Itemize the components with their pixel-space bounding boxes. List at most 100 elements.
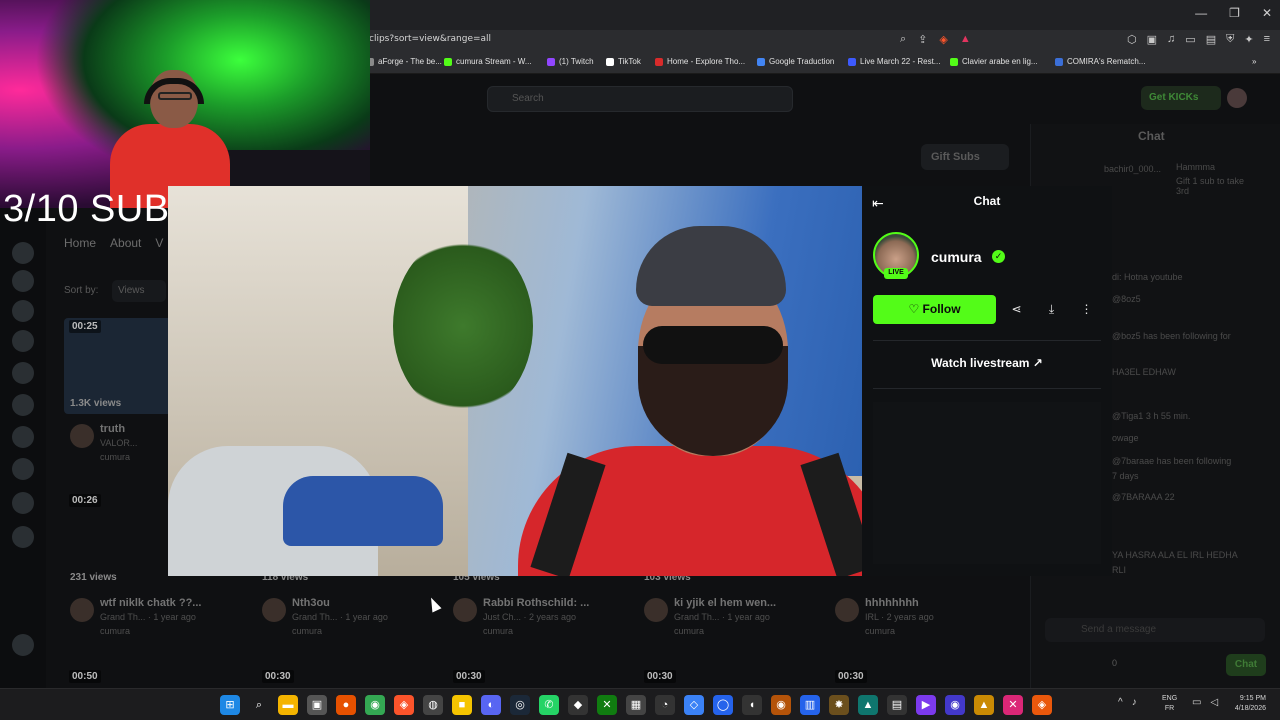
search-icon[interactable]: ⌕ — [249, 695, 269, 715]
tray-chevron-icon[interactable]: ^ — [1118, 697, 1123, 708]
app-icon[interactable]: ◖ — [742, 695, 762, 715]
rail-avatar[interactable] — [12, 394, 34, 416]
tab-videos[interactable]: V — [155, 236, 163, 250]
share-icon[interactable]: ⇪ — [918, 33, 927, 46]
close-button[interactable]: ✕ — [1262, 6, 1272, 20]
sort-select[interactable]: Views — [112, 280, 166, 302]
share-icon[interactable]: ⋖ — [1002, 295, 1031, 324]
input-language[interactable]: ENG FR — [1162, 694, 1177, 714]
app-icon[interactable]: ▥ — [800, 695, 820, 715]
gift-subs-button[interactable]: Gift Subs — [921, 144, 1009, 170]
whatsapp-icon[interactable]: ✆ — [539, 695, 559, 715]
rail-avatar[interactable] — [12, 300, 34, 322]
clip-title[interactable]: wtf niklk chatk ??... — [100, 597, 201, 609]
volume-icon[interactable]: ◁ — [1210, 697, 1218, 708]
watch-livestream-link[interactable]: Watch livestream ↗ — [873, 351, 1101, 375]
url-text[interactable]: clips?sort=view&range=all — [369, 34, 491, 44]
app-icon[interactable]: ▲ — [974, 695, 994, 715]
network-icon[interactable]: ▭ — [1192, 697, 1201, 708]
wallet-icon[interactable]: ▤ — [1206, 33, 1216, 46]
app-icon[interactable]: ▶ — [916, 695, 936, 715]
rail-avatar[interactable] — [12, 330, 34, 352]
collapse-panel-icon[interactable]: ⇤ — [872, 195, 884, 212]
chrome-icon[interactable]: ◉ — [365, 695, 385, 715]
rail-avatar[interactable] — [12, 492, 34, 514]
clip-avatar[interactable] — [644, 598, 668, 622]
clip-avatar[interactable] — [453, 598, 477, 622]
get-kicks-button[interactable]: Get KICKs — [1141, 86, 1221, 110]
taskbar-clock[interactable]: 9:15 PM 4/18/2026 — [1226, 694, 1266, 714]
bookmark-item[interactable]: Home - Explore Tho... — [655, 57, 745, 66]
chat-send-button[interactable]: Chat — [1226, 654, 1266, 676]
leo-icon[interactable]: ✦ — [1244, 33, 1253, 46]
tab-about[interactable]: About — [110, 236, 141, 250]
minimize-button[interactable]: — — [1195, 6, 1207, 20]
vpn-icon[interactable]: ⛨ — [1226, 33, 1234, 46]
windows-start-icon[interactable]: ⊞ — [220, 695, 240, 715]
steam-icon[interactable]: ◎ — [510, 695, 530, 715]
app-icon[interactable]: ◍ — [423, 695, 443, 715]
download-icon[interactable]: ⤓ — [1037, 295, 1066, 324]
bookmarks-overflow-icon[interactable]: » — [1252, 57, 1256, 66]
app-icon[interactable]: ■ — [452, 695, 472, 715]
rail-avatar[interactable] — [12, 634, 34, 656]
brave-icon[interactable]: ◈ — [394, 695, 414, 715]
clip-title[interactable]: ki yjik el hem wen... — [674, 597, 776, 609]
app-icon[interactable]: ▣ — [307, 695, 327, 715]
brave-rewards-icon[interactable]: ▲ — [960, 33, 971, 46]
app-icon[interactable]: ● — [336, 695, 356, 715]
xbox-icon[interactable]: ✕ — [597, 695, 617, 715]
app-icon[interactable]: ◉ — [771, 695, 791, 715]
sidebar-icon[interactable]: ▭ — [1185, 33, 1195, 46]
app-icon[interactable]: ✕ — [1003, 695, 1023, 715]
bookmark-item[interactable]: aForge - The be... — [366, 57, 442, 66]
bookmark-item[interactable]: (1) Twitch — [547, 57, 594, 66]
rail-avatar[interactable] — [12, 426, 34, 448]
rail-avatar[interactable] — [12, 526, 34, 548]
menu-icon[interactable]: ≡ — [1264, 33, 1270, 46]
rail-avatar[interactable] — [12, 270, 34, 292]
clip-title[interactable]: Nth3ou — [292, 597, 330, 609]
tab-home[interactable]: Home — [64, 236, 96, 250]
heart-icon[interactable] — [12, 242, 34, 264]
maximize-button[interactable]: ❐ — [1229, 6, 1240, 20]
rail-avatar[interactable] — [12, 362, 34, 384]
search-input[interactable]: Search — [487, 86, 793, 112]
clip-avatar[interactable] — [70, 424, 94, 448]
more-options-icon[interactable]: ⋮ — [1072, 295, 1101, 324]
clip-title[interactable]: truth — [100, 423, 125, 435]
bookmark-item[interactable]: TikTok — [606, 57, 641, 66]
screenshot-icon[interactable]: ▣ — [1147, 33, 1157, 46]
clip-video-player[interactable] — [168, 186, 862, 576]
microphone-icon[interactable]: ♪ — [1132, 697, 1137, 708]
app-icon[interactable]: ◔ — [655, 695, 675, 715]
clip-avatar[interactable] — [70, 598, 94, 622]
media-icon[interactable]: ♫ — [1167, 33, 1175, 46]
extensions-icon[interactable]: ⬡ — [1127, 33, 1137, 46]
user-avatar[interactable] — [1227, 88, 1247, 108]
follow-button[interactable]: ♡ Follow — [873, 295, 996, 324]
bookmark-item[interactable]: cumura Stream - W... — [444, 57, 532, 66]
file-explorer-icon[interactable]: ▬ — [278, 695, 298, 715]
zoom-icon[interactable]: ⌕ — [900, 33, 906, 46]
clip-avatar[interactable] — [835, 598, 859, 622]
clip-title[interactable]: hhhhhhhh — [865, 597, 919, 609]
discord-icon[interactable]: ◐ — [481, 695, 501, 715]
app-icon[interactable]: ◈ — [1032, 695, 1052, 715]
calculator-icon[interactable]: ▦ — [626, 695, 646, 715]
app-icon[interactable]: ◆ — [568, 695, 588, 715]
app-icon[interactable]: ◇ — [684, 695, 704, 715]
app-icon[interactable]: ▤ — [887, 695, 907, 715]
bookmark-item[interactable]: Clavier arabe en lig... — [950, 57, 1038, 66]
bookmark-item[interactable]: Google Traduction — [757, 57, 834, 66]
app-icon[interactable]: ✸ — [829, 695, 849, 715]
bookmark-item[interactable]: COMIRA's Rematch... — [1055, 57, 1145, 66]
app-icon[interactable]: ◯ — [713, 695, 733, 715]
brave-shield-icon[interactable]: ◈ — [939, 33, 947, 46]
app-icon[interactable]: ◉ — [945, 695, 965, 715]
app-icon[interactable]: ▲ — [858, 695, 878, 715]
clip-avatar[interactable] — [262, 598, 286, 622]
channel-name[interactable]: cumura — [931, 249, 982, 265]
bookmark-item[interactable]: Live March 22 - Rest... — [848, 57, 940, 66]
clip-title[interactable]: Rabbi Rothschild: ... — [483, 597, 589, 609]
